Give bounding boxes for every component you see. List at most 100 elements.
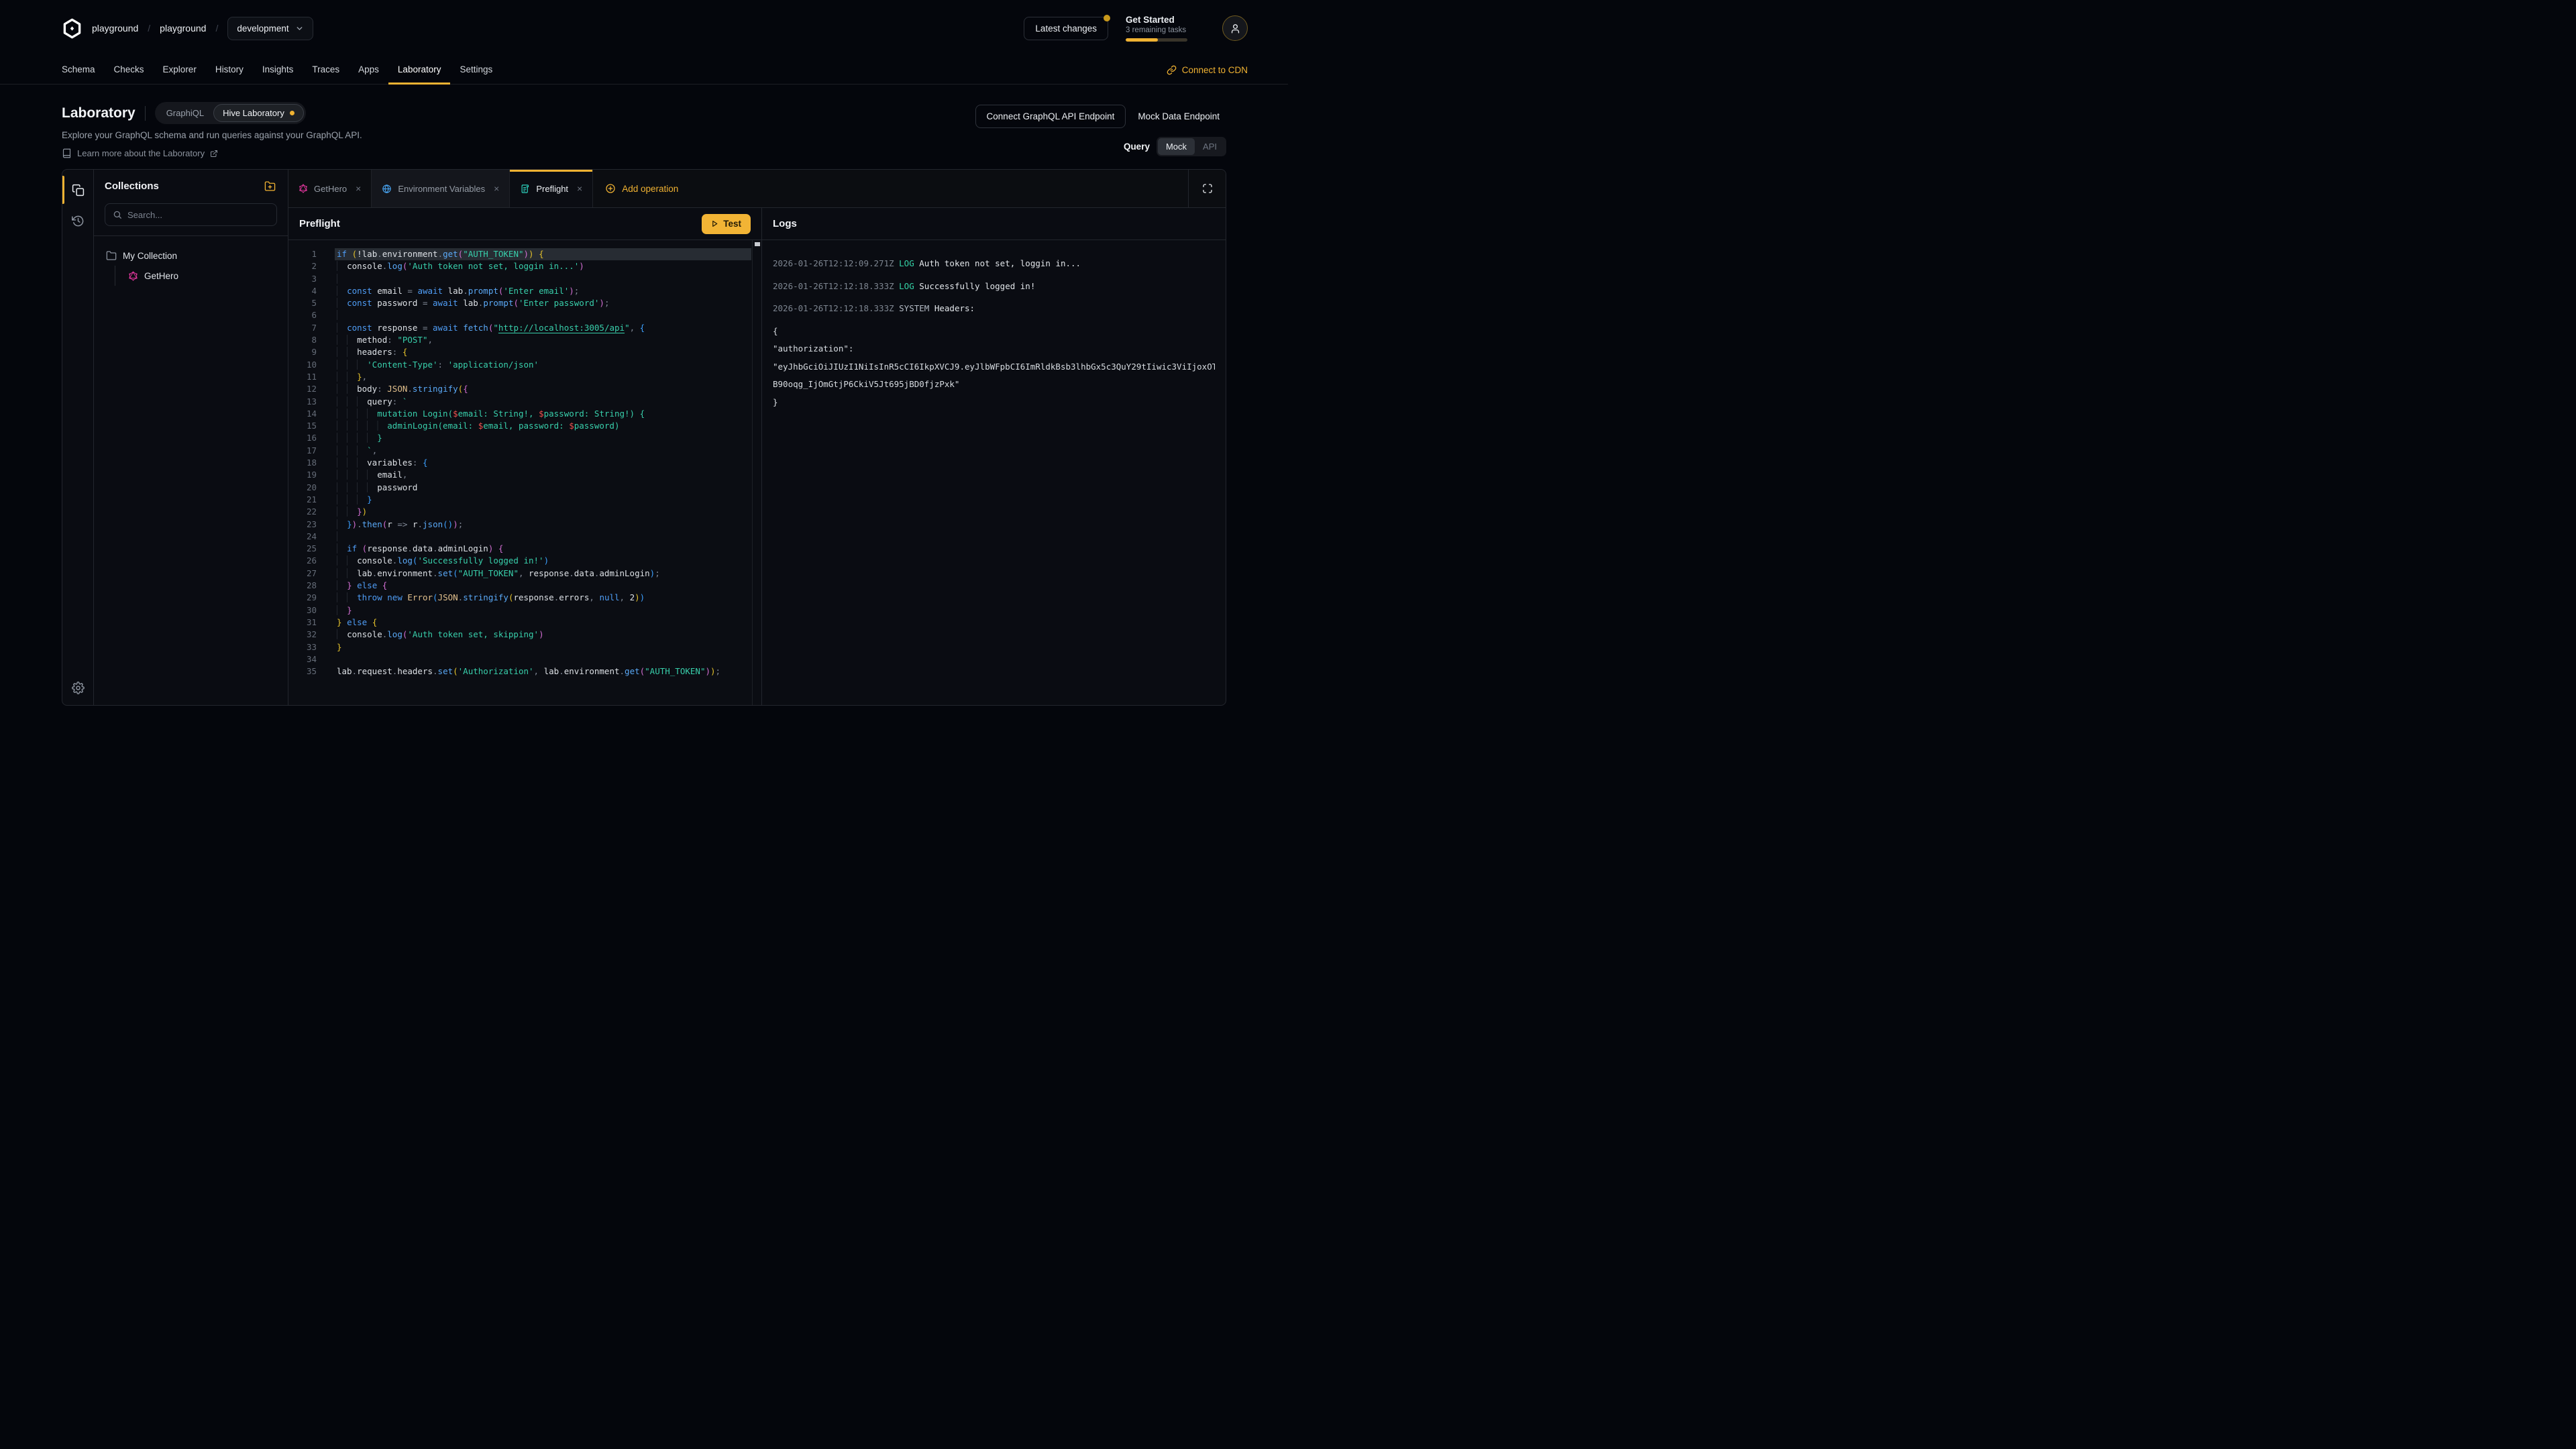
connect-endpoint-button[interactable]: Connect GraphQL API Endpoint: [975, 105, 1126, 128]
code-line-1[interactable]: 1if (!lab.environment.get("AUTH_TOKEN"))…: [288, 248, 761, 260]
code-line-15[interactable]: 15 adminLogin(email: $email, password: $…: [288, 420, 761, 432]
close-icon[interactable]: ×: [577, 184, 582, 193]
hive-logo-icon[interactable]: [62, 18, 83, 39]
editor-scrollbar-thumb[interactable]: [755, 242, 760, 246]
code-line-13[interactable]: 13 query: `: [288, 396, 761, 408]
tab-preflight[interactable]: Preflight ×: [510, 170, 593, 207]
mode-option-mock[interactable]: Mock: [1158, 138, 1195, 155]
line-content: variables: {: [317, 457, 761, 469]
collections-tree: My Collection GetHero: [94, 236, 288, 295]
target-selector[interactable]: development: [227, 17, 313, 40]
breadcrumb-org[interactable]: playground: [92, 23, 138, 34]
collections-search[interactable]: [105, 203, 277, 226]
code-line-14[interactable]: 14 mutation Login($email: String!, $pass…: [288, 408, 761, 420]
code-line-16[interactable]: 16 }: [288, 432, 761, 444]
collections-rail-button[interactable]: [64, 176, 91, 203]
test-button[interactable]: Test: [702, 214, 751, 234]
tab-label: GetHero: [314, 184, 347, 194]
breadcrumb-separator: /: [215, 23, 218, 34]
code-line-34[interactable]: 34: [288, 653, 761, 665]
code-line-23[interactable]: 23 }).then(r => r.json());: [288, 519, 761, 531]
code-line-6[interactable]: 6: [288, 309, 761, 321]
line-content: lab.request.headers.set('Authorization',…: [317, 665, 761, 678]
folder-icon: [106, 250, 117, 261]
nav-tab-apps[interactable]: Apps: [349, 56, 388, 85]
code-line-8[interactable]: 8 method: "POST",: [288, 334, 761, 346]
code-line-18[interactable]: 18 variables: {: [288, 457, 761, 469]
code-line-32[interactable]: 32 console.log('Auth token set, skipping…: [288, 629, 761, 641]
breadcrumb-project[interactable]: playground: [160, 23, 206, 34]
nav-tab-checks[interactable]: Checks: [105, 56, 154, 85]
add-operation-button[interactable]: Add operation: [593, 170, 690, 207]
code-line-33[interactable]: 33}: [288, 641, 761, 653]
test-button-label: Test: [723, 219, 741, 229]
line-content: [317, 531, 761, 543]
tab-environment-variables[interactable]: Environment Variables ×: [372, 170, 510, 207]
editor-scrollbar[interactable]: [752, 240, 761, 705]
code-line-29[interactable]: 29 throw new Error(JSON.stringify(respon…: [288, 592, 761, 604]
code-line-30[interactable]: 30 }: [288, 604, 761, 616]
code-line-26[interactable]: 26 console.log('Successfully logged in!'…: [288, 555, 761, 567]
code-line-19[interactable]: 19 email,: [288, 469, 761, 481]
code-line-17[interactable]: 17 `,: [288, 445, 761, 457]
user-avatar[interactable]: [1222, 15, 1248, 41]
code-line-35[interactable]: 35lab.request.headers.set('Authorization…: [288, 665, 761, 678]
nav-tab-explorer[interactable]: Explorer: [154, 56, 206, 85]
mock-endpoint-button[interactable]: Mock Data Endpoint: [1131, 105, 1226, 127]
close-icon[interactable]: ×: [356, 184, 361, 193]
latest-changes-button[interactable]: Latest changes: [1024, 17, 1108, 40]
search-input[interactable]: [127, 210, 269, 220]
line-content: mutation Login($email: String!, $passwor…: [317, 408, 761, 420]
code-line-25[interactable]: 25 if (response.data.adminLogin) {: [288, 543, 761, 555]
mode-option-api[interactable]: API: [1195, 138, 1225, 155]
collection-item[interactable]: My Collection: [102, 246, 280, 266]
get-started-widget[interactable]: Get Started 3 remaining tasks: [1126, 15, 1205, 42]
line-content: const email = await lab.prompt('Enter em…: [317, 285, 761, 297]
learn-more-link[interactable]: Learn more about the Laboratory: [62, 148, 362, 158]
line-number: 32: [288, 629, 317, 641]
code-line-5[interactable]: 5 const password = await lab.prompt('Ent…: [288, 297, 761, 309]
code-line-31[interactable]: 31} else {: [288, 616, 761, 629]
close-icon[interactable]: ×: [494, 184, 499, 193]
collections-title: Collections: [105, 180, 159, 192]
code-line-22[interactable]: 22 }): [288, 506, 761, 518]
code-line-27[interactable]: 27 lab.environment.set("AUTH_TOKEN", res…: [288, 568, 761, 580]
history-rail-button[interactable]: [64, 207, 91, 234]
logs-output[interactable]: 2026-01-26T12:12:09.271Z LOG Auth token …: [762, 240, 1226, 705]
nav-tab-schema[interactable]: Schema: [52, 56, 105, 85]
tab-bar: GetHero × Environment Variables × Prefli…: [288, 170, 1226, 208]
code-line-24[interactable]: 24: [288, 531, 761, 543]
code-line-2[interactable]: 2 console.log('Auth token not set, loggi…: [288, 260, 761, 272]
code-line-7[interactable]: 7 const response = await fetch("http://l…: [288, 322, 761, 334]
nav-tab-settings[interactable]: Settings: [450, 56, 502, 85]
settings-rail-button[interactable]: [64, 674, 91, 701]
code-line-28[interactable]: 28 } else {: [288, 580, 761, 592]
add-collection-button[interactable]: [263, 179, 277, 193]
fullscreen-button[interactable]: [1188, 170, 1226, 207]
code-line-12[interactable]: 12 body: JSON.stringify({: [288, 383, 761, 395]
code-line-20[interactable]: 20 password: [288, 482, 761, 494]
code-line-3[interactable]: 3: [288, 273, 761, 285]
log-entry: 2026-01-26T12:12:09.271Z LOG Auth token …: [773, 255, 1215, 273]
toggle-hive-laboratory[interactable]: Hive Laboratory: [213, 104, 304, 122]
operation-item[interactable]: GetHero: [124, 266, 280, 286]
code-editor[interactable]: 1if (!lab.environment.get("AUTH_TOKEN"))…: [288, 240, 761, 705]
code-line-21[interactable]: 21 }: [288, 494, 761, 506]
connect-to-cdn-link[interactable]: Connect to CDN: [1167, 56, 1248, 84]
link-icon: [1167, 65, 1177, 75]
code-line-9[interactable]: 9 headers: {: [288, 346, 761, 358]
code-line-11[interactable]: 11 },: [288, 371, 761, 383]
line-number: 4: [288, 285, 317, 297]
code-line-4[interactable]: 4 const email = await lab.prompt('Enter …: [288, 285, 761, 297]
line-number: 20: [288, 482, 317, 494]
nav-tab-history[interactable]: History: [206, 56, 253, 85]
tab-gethero[interactable]: GetHero ×: [288, 170, 372, 207]
nav-tab-insights[interactable]: Insights: [253, 56, 303, 85]
latest-changes-label: Latest changes: [1035, 23, 1097, 34]
code-line-10[interactable]: 10 'Content-Type': 'application/json': [288, 359, 761, 371]
line-number: 29: [288, 592, 317, 604]
toggle-graphiql[interactable]: GraphiQL: [157, 104, 213, 122]
learn-more-label: Learn more about the Laboratory: [77, 148, 205, 158]
nav-tab-laboratory[interactable]: Laboratory: [388, 56, 451, 85]
nav-tab-traces[interactable]: Traces: [303, 56, 349, 85]
